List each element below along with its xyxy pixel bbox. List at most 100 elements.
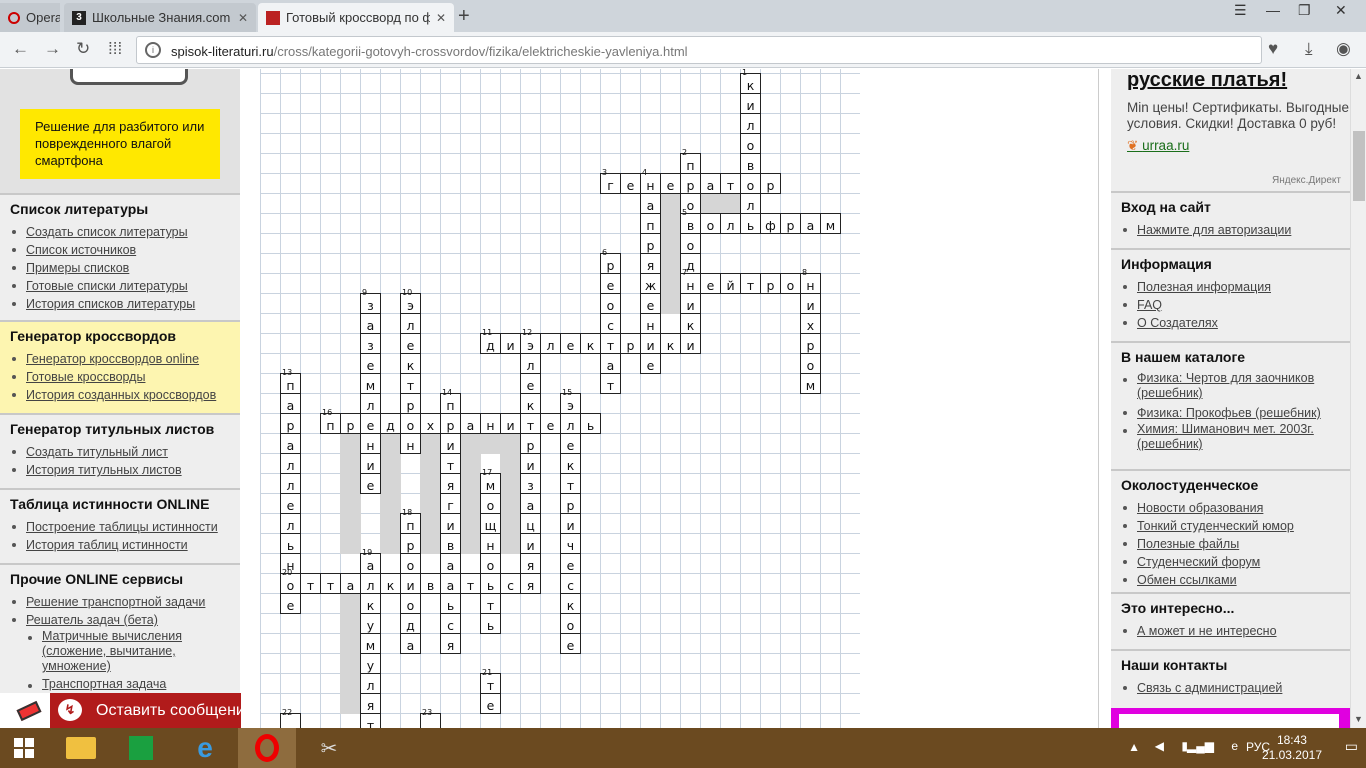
- speed-dial-grid-icon[interactable]: ⁞⁞⁞: [108, 39, 122, 59]
- leave-message-button[interactable]: ↯ Оставить сообщение: [50, 693, 260, 728]
- crossword-shaded-cell: [380, 533, 401, 554]
- crossword-letter: я: [646, 258, 655, 273]
- left-menu-link[interactable]: Построение таблицы истинности: [10, 518, 240, 536]
- right-section-title: Информация: [1121, 256, 1212, 272]
- right-menu-link[interactable]: Физика: Прокофьев (решебник): [1121, 404, 1351, 422]
- yandex-ad[interactable]: русские платья! Min цены! Сертификаты. В…: [1111, 69, 1351, 191]
- left-section: Генератор кроссвордов Генератор кроссворд…: [0, 320, 240, 413]
- right-menu-link[interactable]: Новости образования: [1121, 499, 1351, 517]
- clue-number: 15: [562, 388, 573, 397]
- site-info-icon[interactable]: i: [145, 42, 161, 58]
- ad-link[interactable]: ❦ urraa.ru: [1127, 138, 1351, 154]
- left-menu-link[interactable]: История списков литературы: [10, 295, 240, 313]
- store-icon[interactable]: [112, 728, 170, 768]
- left-menu-link[interactable]: История созданных кроссвордов: [10, 386, 240, 404]
- network-icon[interactable]: ▂▄▆: [1187, 739, 1214, 753]
- scroll-up-icon[interactable]: ▲: [1354, 71, 1363, 81]
- right-menu-link[interactable]: Полезные файлы: [1121, 535, 1351, 553]
- opera-taskbar-icon[interactable]: [238, 728, 296, 768]
- reload-icon[interactable]: ↻: [76, 39, 90, 59]
- crossword-letter: л: [526, 358, 535, 373]
- new-tab-button[interactable]: +: [458, 5, 470, 28]
- left-menu-link[interactable]: Генератор кроссвордов online: [10, 350, 240, 368]
- crossword-letter: н: [646, 178, 655, 193]
- right-menu-link[interactable]: Студенческий форум: [1121, 553, 1351, 571]
- left-menu-link[interactable]: Решатель задач (бета): [10, 611, 240, 629]
- paint-tool-icon[interactable]: ✂: [300, 728, 358, 768]
- opera-menu-button[interactable]: Opera: [0, 3, 60, 32]
- crossword-cell: р: [520, 433, 541, 454]
- crossword-shaded-cell: [340, 533, 361, 554]
- maximize-button[interactable]: ❐: [1298, 2, 1311, 19]
- left-submenu-link[interactable]: Матричные вычисления (сложение, вычитани…: [10, 629, 240, 674]
- crossword-cell: о: [680, 233, 701, 254]
- file-explorer-icon[interactable]: [52, 728, 110, 768]
- right-menu-link[interactable]: А может и не интересно: [1121, 622, 1351, 640]
- volume-icon[interactable]: ◀: [1155, 739, 1164, 753]
- right-menu-link[interactable]: Полезная информация: [1121, 278, 1351, 296]
- crossword-cell: е: [520, 373, 541, 394]
- magenta-ad-strip[interactable]: [1111, 708, 1351, 728]
- left-menu-link[interactable]: История титульных листов: [10, 461, 240, 479]
- tab-crossword[interactable]: Готовый кроссворд по ф ✕: [258, 3, 454, 32]
- crossword-letter: о: [746, 138, 755, 153]
- internet-explorer-icon[interactable]: e: [176, 728, 234, 768]
- tray-arrow-icon[interactable]: ▲: [1128, 740, 1140, 754]
- crossword-letter: а: [466, 418, 475, 433]
- ad-headline[interactable]: русские платья!: [1127, 69, 1351, 92]
- download-icon[interactable]: ⤓: [1305, 39, 1313, 59]
- crossword-shaded-cell: [340, 673, 361, 694]
- close-window-button[interactable]: ✕: [1335, 2, 1347, 19]
- right-menu-link[interactable]: О Создателях: [1121, 314, 1351, 332]
- page-scrollbar[interactable]: ▲ ▼: [1350, 69, 1366, 728]
- sidebar-icon[interactable]: ◉: [1336, 39, 1351, 59]
- crossword-letter: н: [366, 438, 375, 453]
- left-menu-link[interactable]: Список источников: [10, 241, 240, 259]
- right-menu-link[interactable]: Тонкий студенческий юмор: [1121, 517, 1351, 535]
- right-menu-link[interactable]: Физика: Чертов для заочников (решебник): [1121, 371, 1351, 401]
- crossword-shaded-cell: [340, 433, 361, 454]
- right-menu-link[interactable]: Химия: Шиманович мет. 2003г. (решебник): [1121, 422, 1351, 452]
- left-menu-link[interactable]: Создать титульный лист: [10, 443, 240, 461]
- left-menu-link[interactable]: Готовые кроссворды: [10, 368, 240, 386]
- crossword-cell: о: [740, 133, 761, 154]
- tab-shkolnye-znaniya[interactable]: 3 Школьные Знания.com - ✕: [64, 3, 256, 32]
- clock[interactable]: 18:43 21.03.2017: [1262, 733, 1322, 763]
- minimize-button[interactable]: —: [1266, 2, 1280, 18]
- left-submenu-link[interactable]: Транспортная задача: [10, 677, 240, 692]
- tab-menu-icon[interactable]: ☰: [1234, 2, 1247, 19]
- right-menu-link[interactable]: Обмен ссылками: [1121, 571, 1351, 589]
- edge-icon[interactable]: e: [1231, 739, 1238, 753]
- crossword-cell: х: [800, 313, 821, 334]
- clue-number: 7: [682, 268, 688, 277]
- scroll-down-icon[interactable]: ▼: [1354, 714, 1363, 724]
- left-menu-link[interactable]: Решение транспортной задачи: [10, 593, 240, 611]
- forward-arrow-icon[interactable]: →: [44, 39, 61, 59]
- crossword-cell: с: [500, 573, 521, 594]
- notifications-icon[interactable]: ▭: [1345, 738, 1358, 755]
- clue-number: 19: [362, 548, 373, 557]
- url-input[interactable]: i spisok-literaturi.ru/cross/kategorii-g…: [136, 36, 1262, 64]
- crossword-shaded-cell: [460, 473, 481, 494]
- close-tab-icon[interactable]: ✕: [436, 11, 446, 25]
- eraser-icon[interactable]: [0, 693, 50, 728]
- right-menu-link[interactable]: FAQ: [1121, 296, 1351, 314]
- left-menu-link[interactable]: Примеры списков: [10, 259, 240, 277]
- back-arrow-icon[interactable]: ←: [12, 39, 29, 59]
- promo-text[interactable]: Решение для разбитого или поврежденного …: [20, 109, 220, 179]
- left-menu-link[interactable]: История таблиц истинности: [10, 536, 240, 554]
- right-menu-link[interactable]: Нажмите для авторизации: [1121, 221, 1351, 239]
- promo-banner[interactable]: Решение для разбитого или поврежденного …: [0, 69, 240, 193]
- opera-logo-icon: [8, 11, 20, 24]
- right-menu-link[interactable]: Связь с администрацией: [1121, 679, 1351, 697]
- crossword-cell: и: [680, 293, 701, 314]
- left-menu-link[interactable]: Готовые списки литературы: [10, 277, 240, 295]
- crossword-cell: з: [360, 333, 381, 354]
- start-button[interactable]: [0, 728, 48, 768]
- crossword-letter: е: [366, 478, 375, 493]
- crossword-letter: н: [486, 538, 495, 553]
- close-tab-icon[interactable]: ✕: [238, 11, 248, 25]
- scroll-thumb[interactable]: [1353, 131, 1365, 201]
- bookmark-heart-icon[interactable]: ♥: [1268, 39, 1278, 59]
- left-menu-link[interactable]: Создать список литературы: [10, 223, 240, 241]
